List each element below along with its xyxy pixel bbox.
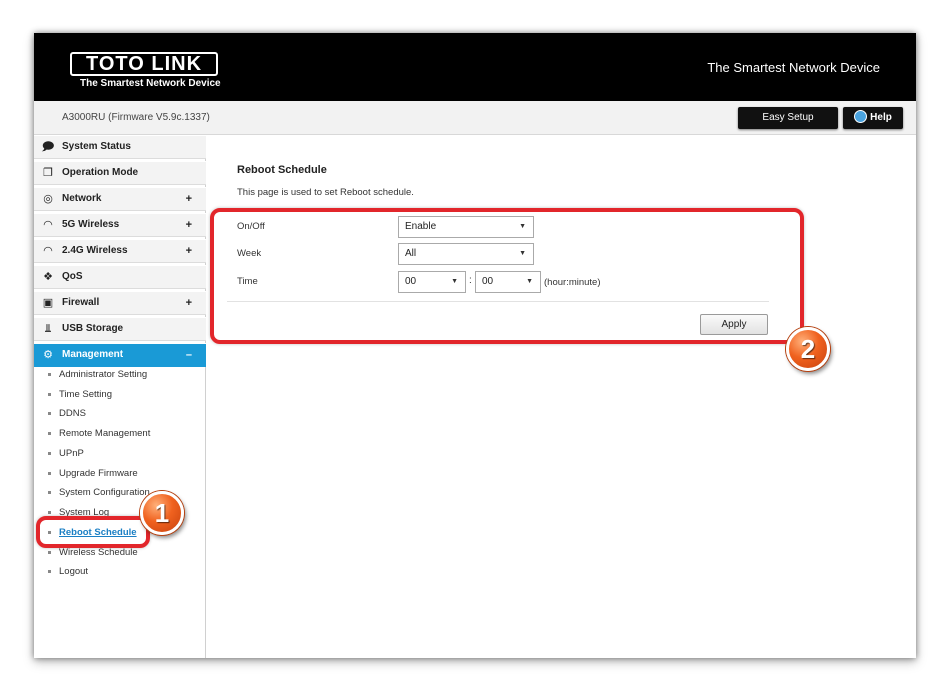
sidebar-item-label: 5G Wireless [62,219,120,230]
submenu-upgrade-firmware[interactable]: Upgrade Firmware [48,466,138,482]
bullet-icon [48,569,51,573]
submenu-label: UPnP [59,448,84,459]
expand-icon: + [185,219,192,231]
submenu-administrator-setting[interactable]: Administrator Setting [48,367,147,383]
easy-setup-button[interactable]: Easy Setup [738,107,838,129]
page-description: This page is used to set Reboot schedule… [237,187,414,198]
expand-icon: + [185,297,192,309]
bullet-icon [48,372,51,376]
bullet-icon [48,411,51,415]
globe-icon: ◎ [43,193,53,205]
submenu-label: Remote Management [59,428,151,439]
sidebar-item-label: Management [62,349,124,360]
submenu-label: Upgrade Firmware [59,468,138,479]
logo-tagline: The Smartest Network Device [80,78,221,89]
lock-icon: ▣ [42,297,54,309]
sidebar-item-label: Operation Mode [62,167,139,178]
sidebar-item-label: 2.4G Wireless [62,245,128,256]
sidebar-item-management[interactable]: ⚙ Management – [34,343,206,367]
bullet-icon [48,490,51,494]
totolink-logo: TOTO LINK [70,52,218,76]
wifi-icon: ◠ [43,219,53,231]
wifi-icon: ◠ [43,245,53,257]
page-title: Reboot Schedule [237,164,327,176]
form-highlight-box [210,208,804,344]
bullet-icon [48,431,51,435]
sidebar-item-system-status[interactable]: 🗩 System Status [34,135,206,159]
help-label: Help [870,112,892,123]
submenu-label: Time Setting [59,389,112,400]
sidebar-item-label: Firewall [62,297,100,308]
sidebar-item-label: System Status [62,141,131,152]
sidebar-item-24g-wireless[interactable]: ◠ 2.4G Wireless + [34,239,206,263]
submenu-system-configuration[interactable]: System Configuration [48,485,150,501]
submenu-label: System Configuration [59,487,150,498]
sidebar-item-label: Network [62,193,102,204]
submenu-label: Logout [59,566,89,577]
submenu-label: DDNS [59,408,86,419]
help-globe-icon [854,110,868,123]
sidebar-item-network[interactable]: ◎ Network + [34,187,206,211]
submenu-upnp[interactable]: UPnP [48,446,84,462]
submenu-label: Administrator Setting [59,369,148,380]
collapse-icon: – [185,349,192,361]
gear-icon: ⚙ [43,349,53,361]
sidebar-item-label: QoS [62,271,83,282]
usb-icon: ⫫ [44,323,52,335]
bullet-icon [48,451,51,455]
submenu-time-setting[interactable]: Time Setting [48,387,112,403]
chat-icon: 🗩 [42,141,55,153]
expand-icon: + [185,193,192,205]
sub-header-bar: A3000RU (Firmware V5.9c.1337) Easy Setup… [34,101,916,135]
sidebar-item-operation-mode[interactable]: ❐ Operation Mode [34,161,206,185]
bullet-icon [48,471,51,475]
submenu-ddns[interactable]: DDNS [48,406,86,422]
firmware-version: A3000RU (Firmware V5.9c.1337) [62,112,210,123]
qos-icon: ❖ [43,271,53,283]
bullet-icon [48,392,51,396]
router-admin-window: TOTO LINK The Smartest Network Device Th… [34,33,916,658]
menu-highlight-box [36,516,150,548]
sidebar-nav: 🗩 System Status ❐ Operation Mode ◎ Netwo… [34,135,206,658]
header-tagline: The Smartest Network Device [707,60,880,75]
submenu-logout[interactable]: Logout [48,564,88,580]
help-button[interactable]: Help [843,107,903,129]
windows-icon: ❐ [43,167,53,179]
sidebar-item-qos[interactable]: ❖ QoS [34,265,206,289]
expand-icon: + [185,245,192,257]
step-badge-2: 2 [786,327,830,371]
sidebar-item-usb-storage[interactable]: ⫫ USB Storage [34,317,206,341]
sidebar-item-label: USB Storage [62,323,124,334]
sidebar-item-5g-wireless[interactable]: ◠ 5G Wireless + [34,213,206,237]
step-badge-1: 1 [140,491,184,535]
submenu-remote-management[interactable]: Remote Management [48,426,150,442]
header-bar: TOTO LINK The Smartest Network Device Th… [34,33,916,101]
bullet-icon [48,550,51,554]
bullet-icon [48,510,51,514]
submenu-label: Wireless Schedule [59,547,138,558]
sidebar-item-firewall[interactable]: ▣ Firewall + [34,291,206,315]
